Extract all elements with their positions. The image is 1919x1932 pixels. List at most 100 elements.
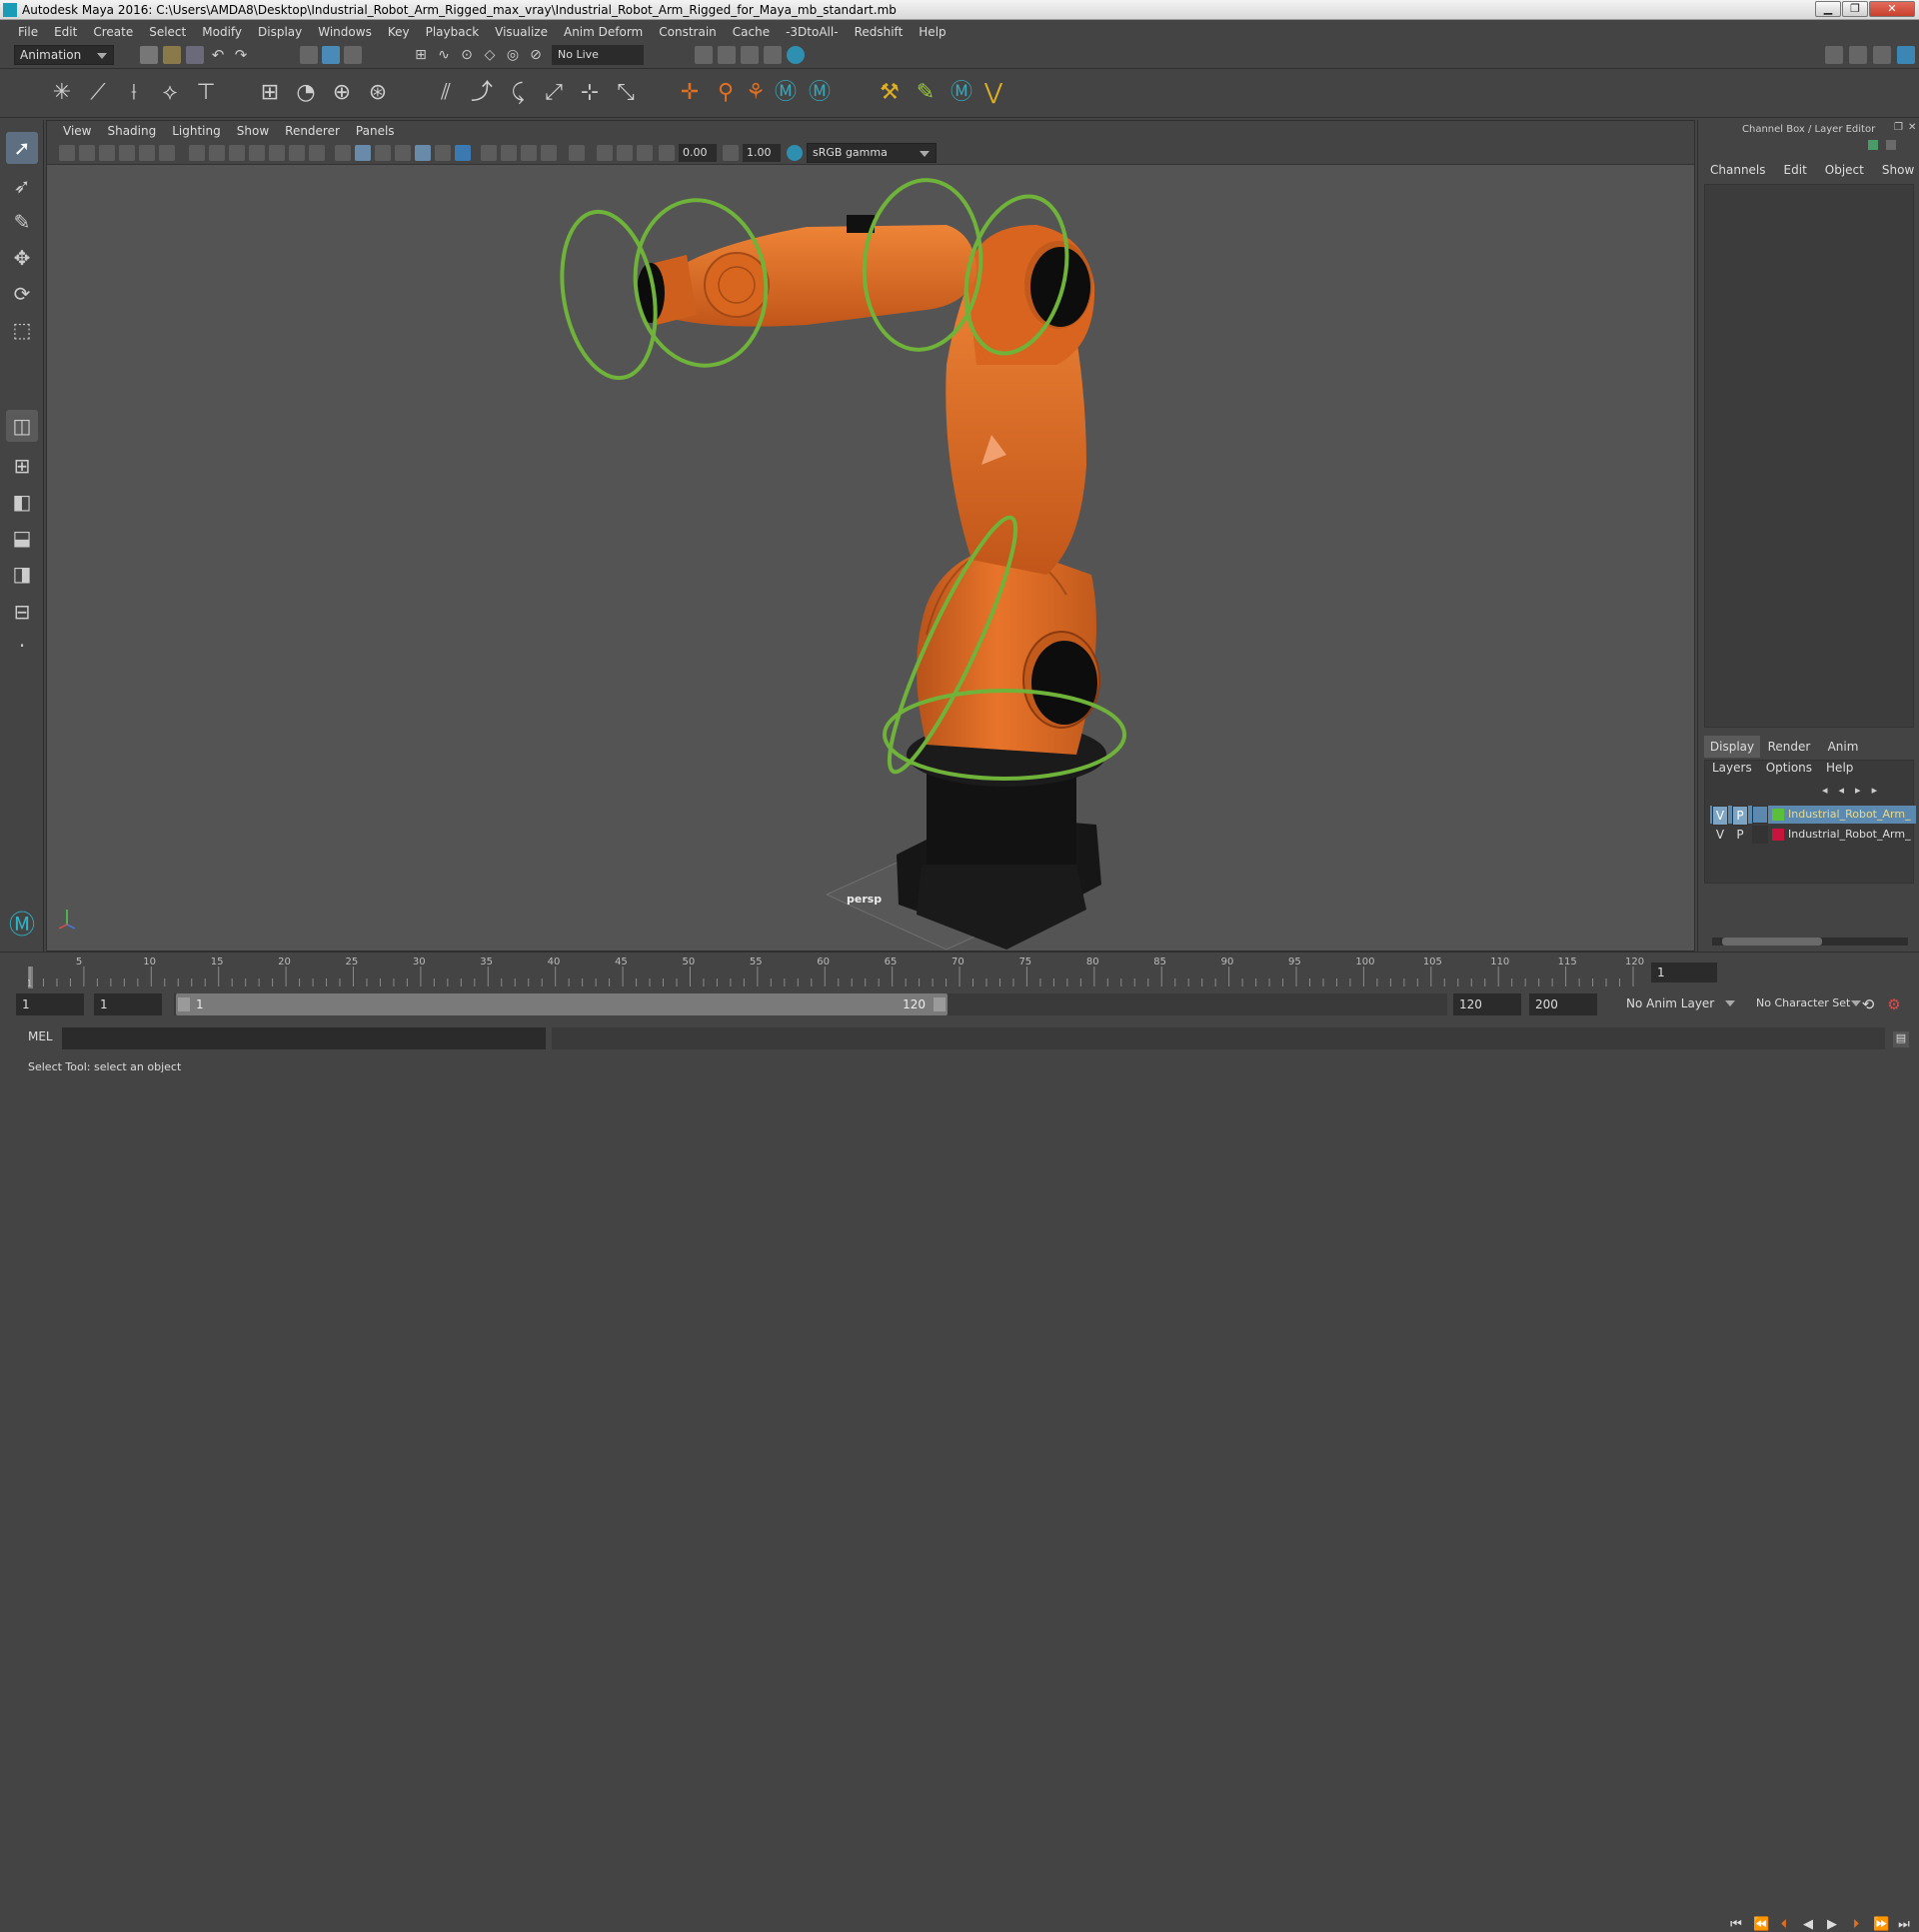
tab-anim[interactable]: Anim <box>1818 736 1868 758</box>
layout-four-icon[interactable]: ⊞ <box>6 450 38 482</box>
tab-display[interactable]: Display <box>1704 736 1760 758</box>
shelf-paint-weights-icon[interactable]: ⚒ <box>876 78 904 108</box>
layout-two-side-icon[interactable]: ◧ <box>6 486 38 518</box>
ambient-occlusion-icon[interactable] <box>481 145 497 161</box>
render-settings-icon[interactable] <box>764 46 782 64</box>
channels-menu[interactable]: Channels <box>1710 160 1766 180</box>
shelf-lattice-icon[interactable]: ⊞ <box>256 78 284 108</box>
start-time-field[interactable]: 1 <box>16 993 84 1015</box>
menu-modify[interactable]: Modify <box>194 25 250 39</box>
save-scene-icon[interactable] <box>186 46 204 64</box>
layer-color-swatch[interactable] <box>1772 809 1784 821</box>
range-slider[interactable]: 1 120 <box>174 993 1447 1015</box>
xray-joints-icon[interactable] <box>637 145 653 161</box>
range-slider-handle[interactable]: 1 120 <box>176 993 948 1015</box>
viewport-menu-renderer[interactable]: Renderer <box>277 124 348 138</box>
new-scene-icon[interactable] <box>140 46 158 64</box>
shelf-scale-constraint-icon[interactable]: ⤢ <box>540 78 568 108</box>
viewport-scene[interactable] <box>47 165 1696 953</box>
step-forward-key-icon[interactable]: ⏵ <box>1849 1918 1863 1932</box>
motion-blur-icon[interactable] <box>501 145 517 161</box>
shelf-key-icon[interactable]: ⚲ <box>712 78 740 108</box>
shelf-v-icon[interactable]: ⋁ <box>979 78 1007 108</box>
shelf-aim-constraint-icon[interactable]: ⤴ <box>468 78 496 108</box>
film-gate-icon[interactable] <box>209 145 225 161</box>
tool-settings-icon[interactable] <box>1873 46 1891 64</box>
xray-icon[interactable] <box>597 145 613 161</box>
menu-select[interactable]: Select <box>141 25 194 39</box>
safe-title-icon[interactable] <box>309 145 325 161</box>
menu-redshift[interactable]: Redshift <box>847 25 912 39</box>
layout-two-stack-icon[interactable]: ⬓ <box>6 522 38 554</box>
time-slider[interactable]: 1510152025303540455055606570758085909510… <box>0 952 1919 1932</box>
viewport-menu-view[interactable]: View <box>55 124 99 138</box>
grease-pencil-icon[interactable] <box>159 145 175 161</box>
viewport-menu-shading[interactable]: Shading <box>99 124 164 138</box>
use-all-lights-icon[interactable] <box>435 145 451 161</box>
layer-action-icons[interactable]: ◂◂▸▸ <box>1822 784 1888 797</box>
use-default-material-icon[interactable] <box>375 145 391 161</box>
resolution-gate-icon[interactable] <box>229 145 245 161</box>
channel-list[interactable] <box>1704 184 1914 728</box>
select-object-icon[interactable] <box>322 46 340 64</box>
isolate-select-icon[interactable] <box>569 145 585 161</box>
textured-icon[interactable] <box>415 145 431 161</box>
rotate-tool-icon[interactable]: ⟳ <box>6 278 38 310</box>
script-editor-icon[interactable]: ▤ <box>1893 1031 1909 1047</box>
make-live-icon[interactable]: ⊘ <box>527 46 545 64</box>
viewport-menu-lighting[interactable]: Lighting <box>164 124 229 138</box>
panel-close-icon[interactable]: ✕ <box>1908 122 1916 133</box>
hypershade-icon[interactable] <box>787 46 805 64</box>
menu-edit[interactable]: Edit <box>46 25 85 39</box>
layer-visibility-toggle[interactable]: V <box>1712 826 1728 844</box>
shelf-wrap-icon[interactable]: ◔ <box>292 78 320 108</box>
layout-graph-icon[interactable]: ⊟ <box>6 596 38 628</box>
shadows-icon[interactable] <box>455 145 471 161</box>
channel-edit-menu[interactable]: Edit <box>1784 160 1807 180</box>
bookmark-icon[interactable] <box>99 145 115 161</box>
shelf-softmod-icon[interactable]: ⊛ <box>364 78 392 108</box>
menu-anim-deform[interactable]: Anim Deform <box>556 25 651 39</box>
shelf-pole-vector-icon[interactable]: ⤡ <box>612 78 640 108</box>
animation-preferences-icon[interactable]: ⚙ <box>1887 997 1901 1012</box>
shelf-ik-spline-icon[interactable]: ⟊ <box>120 78 148 108</box>
move-tool-icon[interactable]: ✥ <box>6 242 38 274</box>
go-to-start-icon[interactable]: ⏮ <box>1729 1918 1743 1932</box>
render-current-icon[interactable] <box>718 46 736 64</box>
layer-color-swatch[interactable] <box>1772 829 1784 841</box>
menu-playback[interactable]: Playback <box>418 25 488 39</box>
field-chart-icon[interactable] <box>269 145 285 161</box>
shelf-script-b-icon[interactable]: Ⓜ <box>806 78 834 108</box>
end-time-field[interactable]: 200 <box>1529 993 1597 1015</box>
xray-active-icon[interactable] <box>617 145 633 161</box>
grid-toggle-icon[interactable] <box>189 145 205 161</box>
layer-playback-toggle[interactable]: P <box>1732 826 1748 844</box>
command-language-label[interactable]: MEL <box>28 1029 53 1043</box>
shelf-script-a-icon[interactable]: Ⓜ <box>772 78 800 108</box>
modeling-toolkit-icon[interactable] <box>1825 46 1843 64</box>
layer-visibility-toggle[interactable]: V <box>1712 806 1728 826</box>
channel-show-menu[interactable]: Show <box>1882 160 1914 180</box>
layer-options-menu[interactable]: Options <box>1766 758 1812 778</box>
go-to-end-icon[interactable]: ⏭ <box>1897 1918 1911 1932</box>
menu-help[interactable]: Help <box>911 25 954 39</box>
undo-icon[interactable]: ↶ <box>209 46 227 64</box>
exposure-field[interactable]: 0.00 <box>679 144 717 162</box>
layer-type-toggle[interactable] <box>1752 806 1768 824</box>
snap-grid-icon[interactable]: ⊞ <box>412 46 430 64</box>
paint-select-icon[interactable]: ✎ <box>6 206 38 238</box>
image-plane-icon[interactable] <box>119 145 135 161</box>
layer-type-toggle[interactable] <box>1752 826 1768 844</box>
viewport-menu-show[interactable]: Show <box>229 124 277 138</box>
snap-curve-icon[interactable]: ∿ <box>435 46 453 64</box>
camera-attributes-icon[interactable] <box>79 145 95 161</box>
layer-name[interactable]: Industrial_Robot_Arm_ <box>1788 826 1911 844</box>
minimize-button[interactable]: ▁ <box>1815 1 1841 17</box>
layout-persp-outliner-icon[interactable]: ◨ <box>6 558 38 590</box>
smooth-shade-icon[interactable] <box>355 145 371 161</box>
step-back-key-icon[interactable]: ⏴ <box>1777 1918 1791 1932</box>
layer-row[interactable]: V P Industrial_Robot_Arm_ <box>1710 806 1916 826</box>
color-management-icon[interactable] <box>787 145 803 161</box>
open-scene-icon[interactable] <box>163 46 181 64</box>
panel-float-icon[interactable]: ❐ <box>1894 122 1903 133</box>
